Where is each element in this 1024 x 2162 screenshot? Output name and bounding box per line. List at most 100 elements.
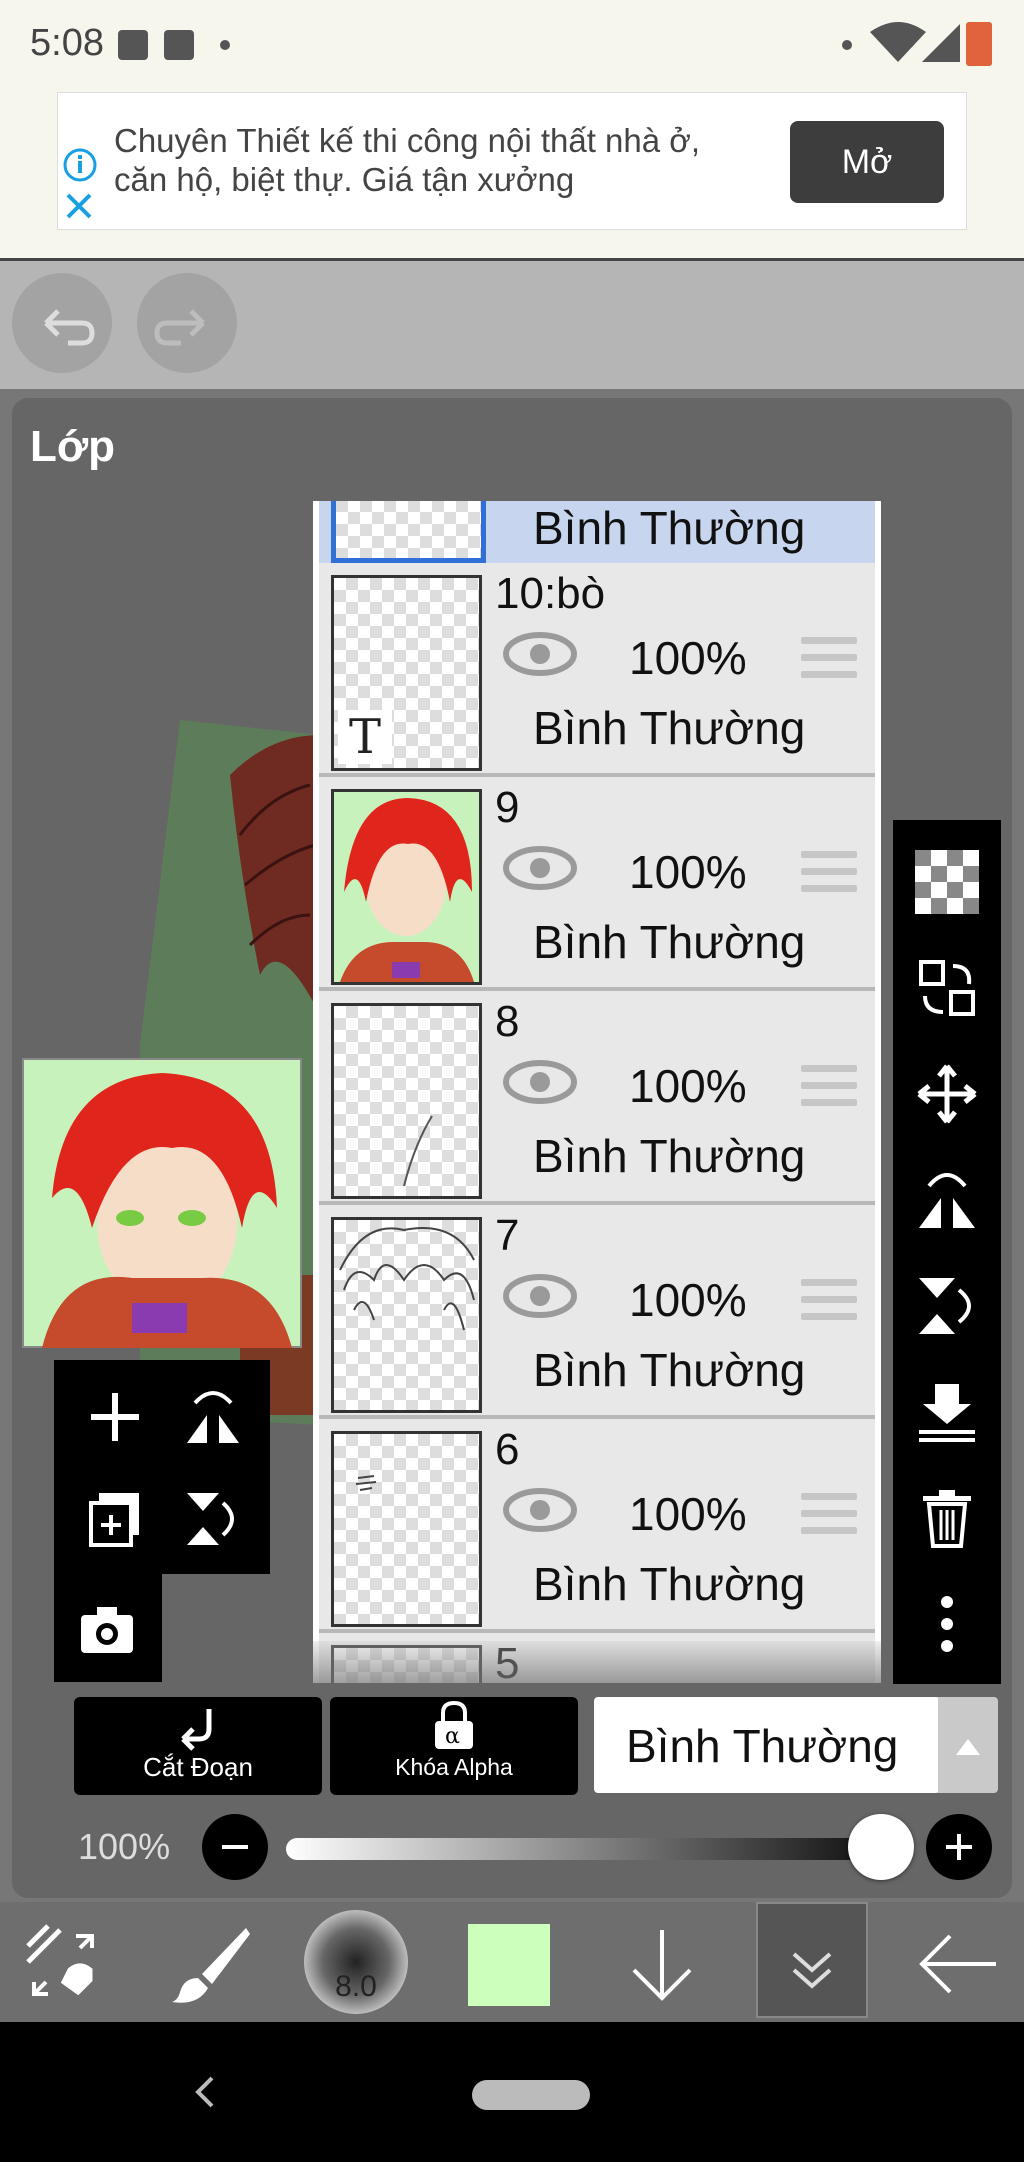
clip-label: Cắt Đoạn [143, 1752, 253, 1782]
wifi-icon [870, 22, 926, 62]
drag-handle-icon[interactable] [801, 851, 857, 893]
svg-text:α: α [445, 1724, 460, 1749]
transform-icon [26, 1924, 94, 1996]
status-bar: 5:08 [0, 0, 1024, 90]
layer-thumbnail [331, 501, 486, 563]
arrow-left-icon [919, 1934, 996, 1994]
minus-icon [222, 1845, 248, 1849]
layer-opacity: 100% [629, 632, 747, 684]
layer-thumbnail [331, 789, 482, 985]
layer-item[interactable]: 8 100% Bình Thường [319, 991, 875, 1205]
notification-icon [118, 30, 148, 60]
more-vertical-icon [941, 1596, 953, 1652]
move-button[interactable] [907, 1054, 987, 1134]
layer-thumbnail [331, 1431, 482, 1627]
flip-vertical-icon [919, 1278, 971, 1334]
merge-down-button[interactable] [907, 1372, 987, 1452]
layer-name: 7 [495, 1211, 520, 1260]
flip-vertical-button[interactable] [907, 1266, 987, 1346]
camera-button[interactable] [62, 1584, 152, 1674]
scroll-fade [313, 1641, 881, 1683]
blend-mode-dropdown[interactable] [938, 1697, 998, 1793]
layer-name: 8 [495, 997, 520, 1046]
alpha-lock-button[interactable]: α Khóa Alpha [330, 1697, 578, 1795]
ad-banner: Chuyên Thiết kế thi công nội thất nhà ở,… [0, 90, 1024, 261]
layer-name: 9 [495, 783, 520, 832]
ad-text[interactable]: Chuyên Thiết kế thi công nội thất nhà ở,… [114, 121, 754, 199]
layer-item[interactable]: 9 100% Bình Thường [319, 777, 875, 991]
flip-vertical-button[interactable] [168, 1474, 258, 1564]
color-swatch[interactable] [468, 1924, 550, 2006]
brush-tool-button[interactable] [168, 1922, 252, 2006]
battery-icon [966, 22, 992, 66]
duplicate-icon [89, 1493, 139, 1547]
delete-layer-button[interactable] [907, 1478, 987, 1558]
nav-back-icon[interactable] [190, 2072, 220, 2112]
dot-icon [842, 40, 852, 50]
layer-blend: Bình Thường [533, 1558, 806, 1610]
drag-handle-icon[interactable] [801, 637, 857, 679]
dot-icon [220, 40, 230, 50]
layer-tools-toolbar [893, 820, 1001, 1684]
back-button[interactable] [916, 1922, 1000, 2006]
layer-thumbnail [331, 1003, 482, 1199]
layer-thumbnail: T [331, 575, 482, 771]
opacity-decrease-button[interactable] [202, 1814, 268, 1880]
transform-tool-button[interactable] [20, 1922, 104, 2006]
layer-add-toolbar [54, 1360, 270, 1574]
visibility-eye-icon[interactable] [503, 1487, 577, 1533]
blend-mode-select[interactable]: Bình Thường [594, 1697, 940, 1793]
swap-icon [919, 960, 975, 1016]
flip-horizontal-icon [187, 1391, 239, 1443]
ad-open-button[interactable]: Mở [790, 121, 944, 203]
triangle-up-icon [956, 1739, 980, 1755]
layer-item[interactable]: 7 100% Bình Thường [319, 1205, 875, 1419]
undo-button[interactable] [12, 273, 112, 373]
checkerboard-icon [915, 850, 979, 914]
visibility-eye-icon[interactable] [503, 1273, 577, 1319]
drag-handle-icon[interactable] [801, 1065, 857, 1107]
transparency-button[interactable] [907, 842, 987, 922]
undo-icon [44, 309, 95, 346]
layer-item[interactable]: T 10:bò 100% Bình Thường [319, 563, 875, 777]
layer-item[interactable]: 6 100% Bình Thường [319, 1419, 875, 1633]
opacity-increase-button[interactable] [926, 1814, 992, 1880]
add-layer-button[interactable] [70, 1372, 160, 1462]
chevron-double-down-icon [792, 1952, 832, 1989]
layer-thumbnail [331, 1217, 482, 1413]
visibility-eye-icon[interactable] [503, 845, 577, 891]
drag-handle-icon[interactable] [801, 1493, 857, 1535]
panel-title: Lớp [30, 422, 116, 471]
nav-home-pill[interactable] [472, 2080, 590, 2110]
layer-list[interactable]: Bình Thường T 10:bò 100% Bình Thường 9 1… [313, 501, 881, 1683]
down-arrow-button[interactable] [620, 1922, 704, 2006]
redo-button[interactable] [137, 273, 237, 373]
layer-item-selected[interactable]: Bình Thường [319, 501, 875, 567]
alpha-lock-icon: α [435, 1700, 473, 1749]
ad-box[interactable]: Chuyên Thiết kế thi công nội thất nhà ở,… [57, 92, 967, 230]
brush-icon [172, 1928, 250, 2003]
drag-handle-icon[interactable] [801, 1279, 857, 1321]
visibility-eye-icon[interactable] [503, 1059, 577, 1105]
layer-panel-toggle[interactable] [756, 1902, 868, 2018]
clip-button[interactable]: Cắt Đoạn [74, 1697, 322, 1795]
opacity-slider[interactable] [286, 1838, 914, 1860]
more-options-button[interactable] [907, 1584, 987, 1664]
swap-layer-button[interactable] [907, 948, 987, 1028]
layer-blend: Bình Thường [533, 1344, 806, 1396]
reference-preview[interactable] [22, 1058, 302, 1348]
text-layer-icon: T [338, 710, 392, 764]
duplicate-layer-button[interactable] [70, 1474, 160, 1564]
system-navigation-bar [0, 2022, 1024, 2162]
flip-horizontal-button[interactable] [907, 1160, 987, 1240]
flip-horizontal-icon [919, 1173, 975, 1228]
brush-size-value: 8.0 [335, 1970, 377, 2003]
brush-size-button[interactable]: 8.0 [304, 1910, 408, 2014]
layer-blend: Bình Thường [533, 1130, 806, 1182]
flip-canvas-button[interactable] [168, 1372, 258, 1462]
flip-vertical-icon [187, 1493, 234, 1545]
visibility-eye-icon[interactable] [503, 631, 577, 677]
close-icon[interactable] [64, 191, 94, 221]
info-icon[interactable] [62, 147, 98, 183]
opacity-slider-handle[interactable] [848, 1814, 914, 1880]
